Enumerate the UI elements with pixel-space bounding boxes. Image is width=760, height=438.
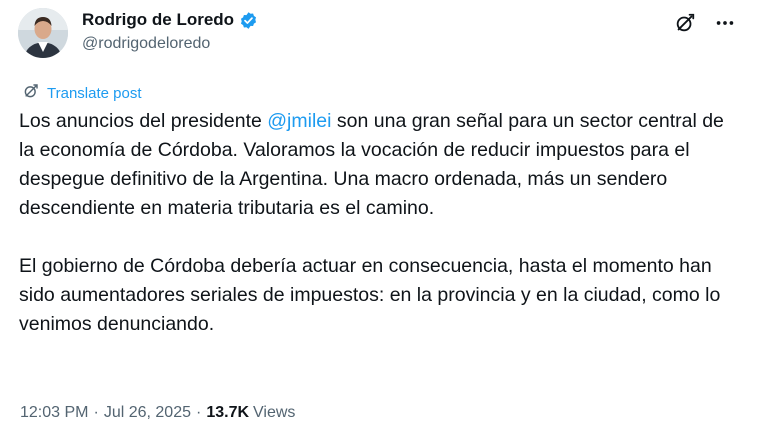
translate-post-link[interactable]: Translate post	[22, 82, 142, 105]
views-count[interactable]: 13.7K	[206, 404, 249, 422]
author-handle[interactable]: @rodrigodeloredo	[82, 35, 210, 53]
meta-separator: ·	[93, 404, 99, 421]
verified-badge-icon	[239, 11, 258, 30]
post-paragraph-1: Los anuncios del presidente @jmilei son …	[19, 107, 744, 223]
meta-separator: ·	[196, 404, 202, 421]
post-text-before-mention: Los anuncios del presidente	[19, 110, 268, 132]
author-display-name[interactable]: Rodrigo de Loredo	[82, 10, 234, 30]
avatar[interactable]	[18, 8, 68, 58]
translate-post-label[interactable]: Translate post	[47, 85, 142, 102]
post-body: Los anuncios del presidente @jmilei son …	[19, 107, 744, 339]
post-time[interactable]: 12:03 PM	[20, 404, 88, 422]
avatar-photo	[18, 8, 68, 58]
post-actions-top	[672, 10, 738, 36]
post-date[interactable]: Jul 26, 2025	[104, 404, 191, 422]
more-options-icon[interactable]	[712, 10, 738, 36]
views-label: Views	[253, 404, 296, 421]
translate-icon	[22, 82, 40, 105]
mention-link[interactable]: @jmilei	[267, 110, 331, 132]
post-meta: 12:03 PM · Jul 26, 2025 · 13.7K Views	[20, 404, 295, 422]
grok-icon[interactable]	[672, 10, 698, 36]
post-paragraph-2: El gobierno de Córdoba debería actuar en…	[19, 255, 721, 335]
author-name-row[interactable]: Rodrigo de Loredo	[82, 10, 258, 30]
post-container: Rodrigo de Loredo @rodrigodeloredo Trans…	[0, 0, 760, 438]
